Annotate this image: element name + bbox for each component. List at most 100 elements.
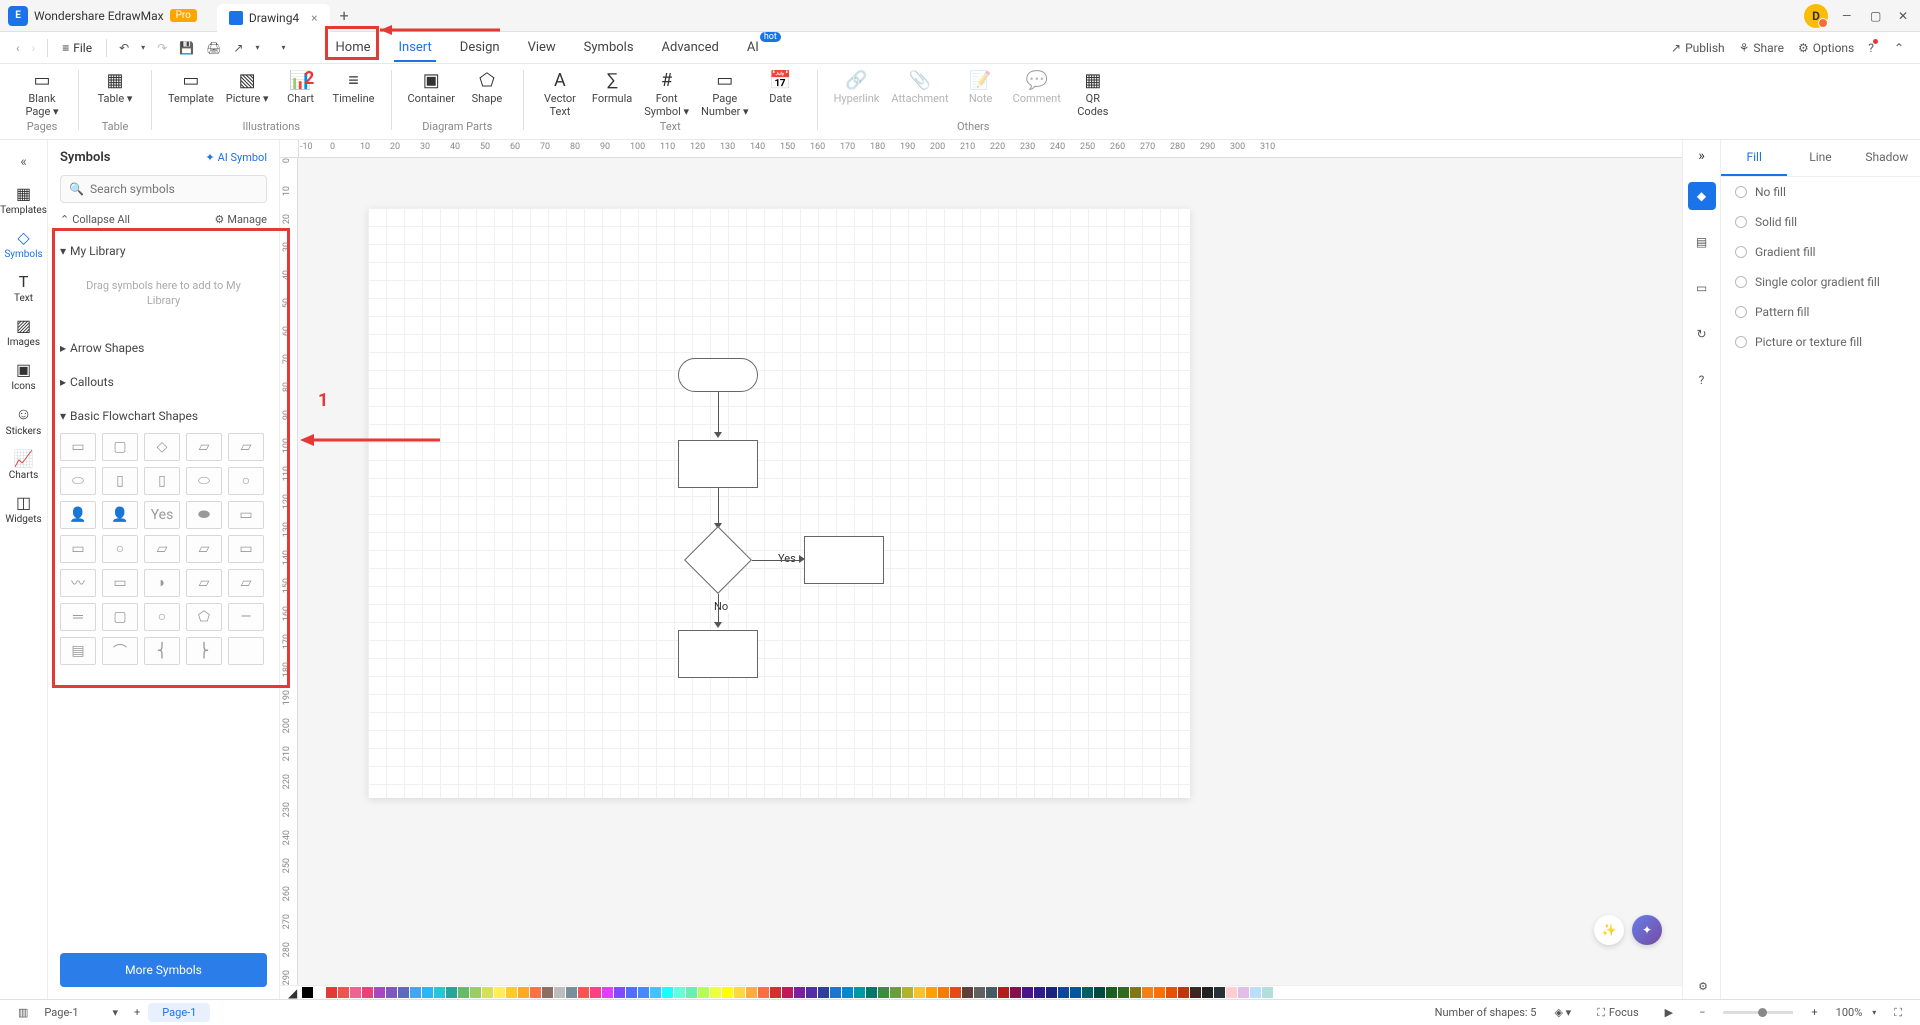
rail-charts[interactable]: 📈Charts bbox=[4, 443, 44, 487]
color-swatch[interactable] bbox=[590, 987, 601, 998]
color-swatch[interactable] bbox=[1082, 987, 1093, 998]
shape-17[interactable]: ▱ bbox=[144, 535, 180, 563]
add-page-button[interactable]: + bbox=[126, 1006, 148, 1019]
close-tab-icon[interactable]: × bbox=[311, 11, 317, 25]
fill-option-pattern-fill[interactable]: Pattern fill bbox=[1721, 297, 1920, 327]
tab-home[interactable]: Home bbox=[322, 34, 385, 61]
color-swatch[interactable] bbox=[1154, 987, 1165, 998]
fill-option-gradient-fill[interactable]: Gradient fill bbox=[1721, 237, 1920, 267]
focus-button[interactable]: ⛶Focus bbox=[1589, 1006, 1646, 1020]
color-swatch[interactable] bbox=[362, 987, 373, 998]
layers-toggle-icon[interactable]: ◈ ▾ bbox=[1546, 1006, 1579, 1019]
flowchart-process-1[interactable] bbox=[678, 440, 758, 488]
print-icon[interactable]: 🖨 bbox=[200, 37, 227, 59]
more-symbols-button[interactable]: More Symbols bbox=[60, 953, 267, 987]
page-selector[interactable]: Page-1▾ bbox=[36, 1006, 126, 1019]
color-swatch[interactable] bbox=[950, 987, 961, 998]
color-swatch[interactable] bbox=[734, 987, 745, 998]
color-swatch[interactable] bbox=[698, 987, 709, 998]
page[interactable]: Yes No bbox=[368, 208, 1190, 798]
shape-28[interactable]: ⬠ bbox=[186, 603, 222, 631]
shape-21[interactable]: ▭ bbox=[102, 569, 138, 597]
color-swatch[interactable] bbox=[626, 987, 637, 998]
help-button[interactable]: ? bbox=[1868, 41, 1874, 55]
color-swatch[interactable] bbox=[374, 987, 385, 998]
search-box[interactable]: 🔍 bbox=[60, 175, 267, 203]
color-swatch[interactable] bbox=[1262, 987, 1273, 998]
share-button[interactable]: ⚘Share bbox=[1739, 41, 1784, 55]
color-swatch[interactable] bbox=[482, 987, 493, 998]
color-swatch[interactable] bbox=[386, 987, 397, 998]
rail-symbols[interactable]: ◇Symbols bbox=[4, 222, 44, 266]
shape-8[interactable]: ⬭ bbox=[186, 467, 222, 495]
color-swatch[interactable] bbox=[506, 987, 517, 998]
color-swatch[interactable] bbox=[602, 987, 613, 998]
collapse-rail-icon[interactable]: « bbox=[14, 148, 33, 176]
color-swatch[interactable] bbox=[1070, 987, 1081, 998]
color-swatch[interactable] bbox=[1238, 987, 1249, 998]
color-swatch[interactable] bbox=[842, 987, 853, 998]
my-library-heading[interactable]: ▾My Library bbox=[60, 240, 267, 262]
shape-30[interactable]: ▤ bbox=[60, 637, 96, 665]
ai-symbol-button[interactable]: ✦AI Symbol bbox=[205, 151, 267, 164]
color-swatch[interactable] bbox=[458, 987, 469, 998]
options-button[interactable]: ⚙Options bbox=[1798, 41, 1854, 55]
color-swatch[interactable] bbox=[1106, 987, 1117, 998]
color-swatch[interactable] bbox=[866, 987, 877, 998]
color-swatch[interactable] bbox=[302, 987, 313, 998]
flowchart-process-3[interactable] bbox=[678, 630, 758, 678]
color-swatch[interactable] bbox=[410, 987, 421, 998]
fab-effects[interactable]: ✨ bbox=[1594, 915, 1624, 945]
tab-symbols[interactable]: Symbols bbox=[570, 34, 648, 61]
ribbon-page-number-[interactable]: ▭PageNumber ▾ bbox=[701, 70, 749, 118]
color-swatch[interactable] bbox=[1226, 987, 1237, 998]
fill-option-no-fill[interactable]: No fill bbox=[1721, 177, 1920, 207]
play-icon[interactable]: ▶ bbox=[1657, 1006, 1681, 1019]
color-swatch[interactable] bbox=[1010, 987, 1021, 998]
tab-advanced[interactable]: Advanced bbox=[648, 34, 733, 61]
color-swatch[interactable] bbox=[1022, 987, 1033, 998]
right-rail-present[interactable]: ▭ bbox=[1688, 274, 1716, 302]
color-swatch[interactable] bbox=[722, 987, 733, 998]
shape-0[interactable]: ▭ bbox=[60, 433, 96, 461]
color-swatch[interactable] bbox=[770, 987, 781, 998]
rail-templates[interactable]: ▦Templates bbox=[4, 178, 44, 222]
file-menu[interactable]: ≡ File bbox=[54, 37, 100, 59]
rail-icons[interactable]: ▣Icons bbox=[4, 354, 44, 398]
shape-14[interactable]: ▭ bbox=[228, 501, 264, 529]
page-tab-1[interactable]: Page-1 bbox=[148, 1003, 210, 1022]
shape-29[interactable]: — bbox=[228, 603, 264, 631]
color-swatch[interactable] bbox=[422, 987, 433, 998]
shape-26[interactable]: ▢ bbox=[102, 603, 138, 631]
color-swatch[interactable] bbox=[1250, 987, 1261, 998]
export-dropdown-icon[interactable]: ▾ bbox=[249, 39, 265, 56]
shape-20[interactable]: 〰 bbox=[60, 569, 96, 597]
export-icon[interactable]: ↗ bbox=[227, 37, 249, 59]
shadow-tab[interactable]: Shadow bbox=[1854, 140, 1920, 176]
zoom-out-icon[interactable]: − bbox=[1691, 1006, 1713, 1019]
shape-22[interactable]: ◗ bbox=[144, 569, 180, 597]
color-swatch[interactable] bbox=[926, 987, 937, 998]
fill-option-picture-or-texture-fill[interactable]: Picture or texture fill bbox=[1721, 327, 1920, 357]
nav-forward-icon[interactable]: › bbox=[26, 37, 42, 59]
callouts-heading[interactable]: ▸Callouts bbox=[60, 371, 267, 393]
publish-button[interactable]: ↗Publish bbox=[1671, 41, 1725, 55]
color-swatch[interactable] bbox=[914, 987, 925, 998]
collapse-ribbon-icon[interactable]: ⌃ bbox=[1888, 37, 1910, 59]
line-tab[interactable]: Line bbox=[1787, 140, 1853, 176]
redo-icon[interactable]: ↷ bbox=[151, 37, 173, 59]
shape-3[interactable]: ▱ bbox=[186, 433, 222, 461]
shape-34[interactable] bbox=[228, 637, 264, 665]
color-swatch[interactable] bbox=[650, 987, 661, 998]
rail-text[interactable]: TText bbox=[4, 266, 44, 310]
right-rail-page[interactable]: ▤ bbox=[1688, 228, 1716, 256]
color-swatch[interactable] bbox=[314, 987, 325, 998]
shape-24[interactable]: ▱ bbox=[228, 569, 264, 597]
color-swatch[interactable] bbox=[1094, 987, 1105, 998]
arrow-shapes-heading[interactable]: ▸Arrow Shapes bbox=[60, 337, 267, 359]
shape-27[interactable]: ○ bbox=[144, 603, 180, 631]
zoom-in-icon[interactable]: + bbox=[1803, 1006, 1825, 1019]
ribbon-timeline[interactable]: ≡Timeline bbox=[333, 70, 375, 105]
ribbon-picture-[interactable]: ▧Picture ▾ bbox=[226, 70, 269, 105]
color-swatch[interactable] bbox=[1202, 987, 1213, 998]
